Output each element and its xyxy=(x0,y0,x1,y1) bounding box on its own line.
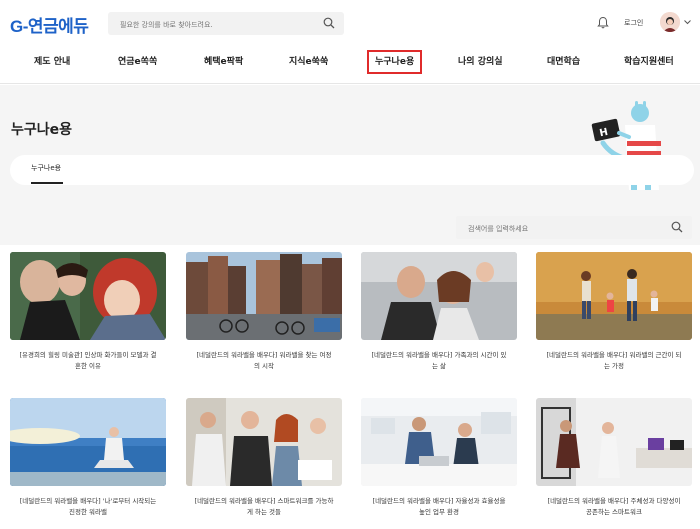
course-thumbnail[interactable] xyxy=(536,252,692,340)
content-search-input[interactable] xyxy=(456,217,656,241)
nav-item-knowledge[interactable]: 지식e쑥쑥 xyxy=(289,46,328,78)
course-card[interactable]: [유경희의 힐링 미술관] 인상파 화가들이 모델과 결혼한 이유 xyxy=(10,252,166,372)
painting-thumbnail-image xyxy=(10,252,166,340)
course-card[interactable]: [네덜란드의 워라밸을 배우다] 자율성과 효율성을 높인 업무 환경 xyxy=(361,398,517,518)
tab-active-indicator xyxy=(31,182,63,184)
course-card[interactable]: [네덜란드의 워라밸을 배우다] '나'로부터 시작되는 진정한 워라밸 xyxy=(10,398,166,518)
course-card[interactable]: [네덜란드의 워라밸을 배우다] 가족과의 시간이 있는 삶 xyxy=(361,252,517,372)
course-card[interactable]: [네덜란드의 워라밸을 배우다] 스마트워크를 가능하게 하는 것들 xyxy=(186,398,342,518)
course-title[interactable]: [네덜란드의 워라밸을 배우다] 워라밸을 찾는 여정의 시작 xyxy=(186,350,342,372)
nav-item-benefits[interactable]: 혜택e팍팍 xyxy=(204,46,243,78)
avatar[interactable] xyxy=(660,12,680,32)
chevron-down-icon[interactable] xyxy=(684,19,691,25)
course-title[interactable]: [유경희의 힐링 미술관] 인상파 화가들이 모델과 결혼한 이유 xyxy=(10,350,166,372)
course-thumbnail[interactable] xyxy=(186,252,342,340)
workplace-thumbnail-image xyxy=(361,398,517,486)
course-thumbnail[interactable] xyxy=(361,398,517,486)
park-walk-thumbnail-image xyxy=(536,252,692,340)
global-search-input[interactable] xyxy=(108,13,308,37)
search-icon[interactable] xyxy=(323,17,335,29)
content-search xyxy=(456,216,692,241)
page-title: 누구나e용 xyxy=(11,122,73,138)
smart-work-thumbnail-image xyxy=(536,398,692,486)
search-icon[interactable] xyxy=(671,221,683,233)
site-logo[interactable]: G-연금에듀 xyxy=(10,12,89,37)
tab-everyone[interactable]: 누구나e용 xyxy=(31,163,61,173)
meditation-thumbnail-image xyxy=(10,398,166,486)
sub-tab-bar: 누구나e용 xyxy=(10,155,694,185)
nav-item-pension[interactable]: 연금e쏙쏙 xyxy=(118,46,157,78)
course-thumbnail[interactable] xyxy=(186,398,342,486)
course-thumbnail[interactable] xyxy=(10,252,166,340)
course-title[interactable]: [네덜란드의 워라밸을 배우다] 가족과의 시간이 있는 삶 xyxy=(361,350,517,372)
office-team-thumbnail-image xyxy=(186,398,342,486)
course-card[interactable]: [네덜란드의 워라밸을 배우다] 주체성과 다양성이 공존하는 스마트워크 xyxy=(536,398,692,518)
course-title[interactable]: [네덜란드의 워라밸을 배우다] '나'로부터 시작되는 진정한 워라밸 xyxy=(10,496,166,518)
amsterdam-canal-thumbnail-image xyxy=(186,252,342,340)
course-title[interactable]: [네덜란드의 워라밸을 배우다] 자율성과 효율성을 높인 업무 환경 xyxy=(361,496,517,518)
course-title[interactable]: [네덜란드의 워라밸을 배우다] 스마트워크를 가능하게 하는 것들 xyxy=(186,496,342,518)
nav-item-learning-support[interactable]: 학습지원센터 xyxy=(624,46,674,78)
login-link[interactable]: 로그인 xyxy=(624,18,643,28)
course-title[interactable]: [네덜란드의 워라밸을 배우다] 주체성과 다양성이 공존하는 스마트워크 xyxy=(536,496,692,518)
bell-icon[interactable] xyxy=(597,16,609,29)
nav-item-system-guide[interactable]: 제도 안내 xyxy=(34,46,70,78)
family-thumbnail-image xyxy=(361,252,517,340)
course-card[interactable]: [네덜란드의 워라밸을 배우다] 워라밸을 찾는 여정의 시작 xyxy=(186,252,342,372)
global-search xyxy=(108,12,344,37)
course-title[interactable]: [네덜란드의 워라밸을 배우다] 워라밸의 근간이 되는 가정 xyxy=(536,350,692,372)
main-nav: 제도 안내 연금e쏙쏙 혜택e팍팍 지식e쑥쑥 누구나e용 나의 강의실 대면학… xyxy=(0,46,700,84)
nav-item-face-to-face[interactable]: 대면학습 xyxy=(547,46,580,78)
nav-item-everyone[interactable]: 누구나e용 xyxy=(367,50,423,74)
course-thumbnail[interactable] xyxy=(10,398,166,486)
course-card[interactable]: [네덜란드의 워라밸을 배우다] 워라밸의 근간이 되는 가정 xyxy=(536,252,692,372)
nav-item-my-classroom[interactable]: 나의 강의실 xyxy=(458,46,503,78)
site-header: G-연금에듀 로그인 xyxy=(0,0,700,46)
course-thumbnail[interactable] xyxy=(361,252,517,340)
user-avatar-icon xyxy=(660,12,680,32)
course-thumbnail[interactable] xyxy=(536,398,692,486)
